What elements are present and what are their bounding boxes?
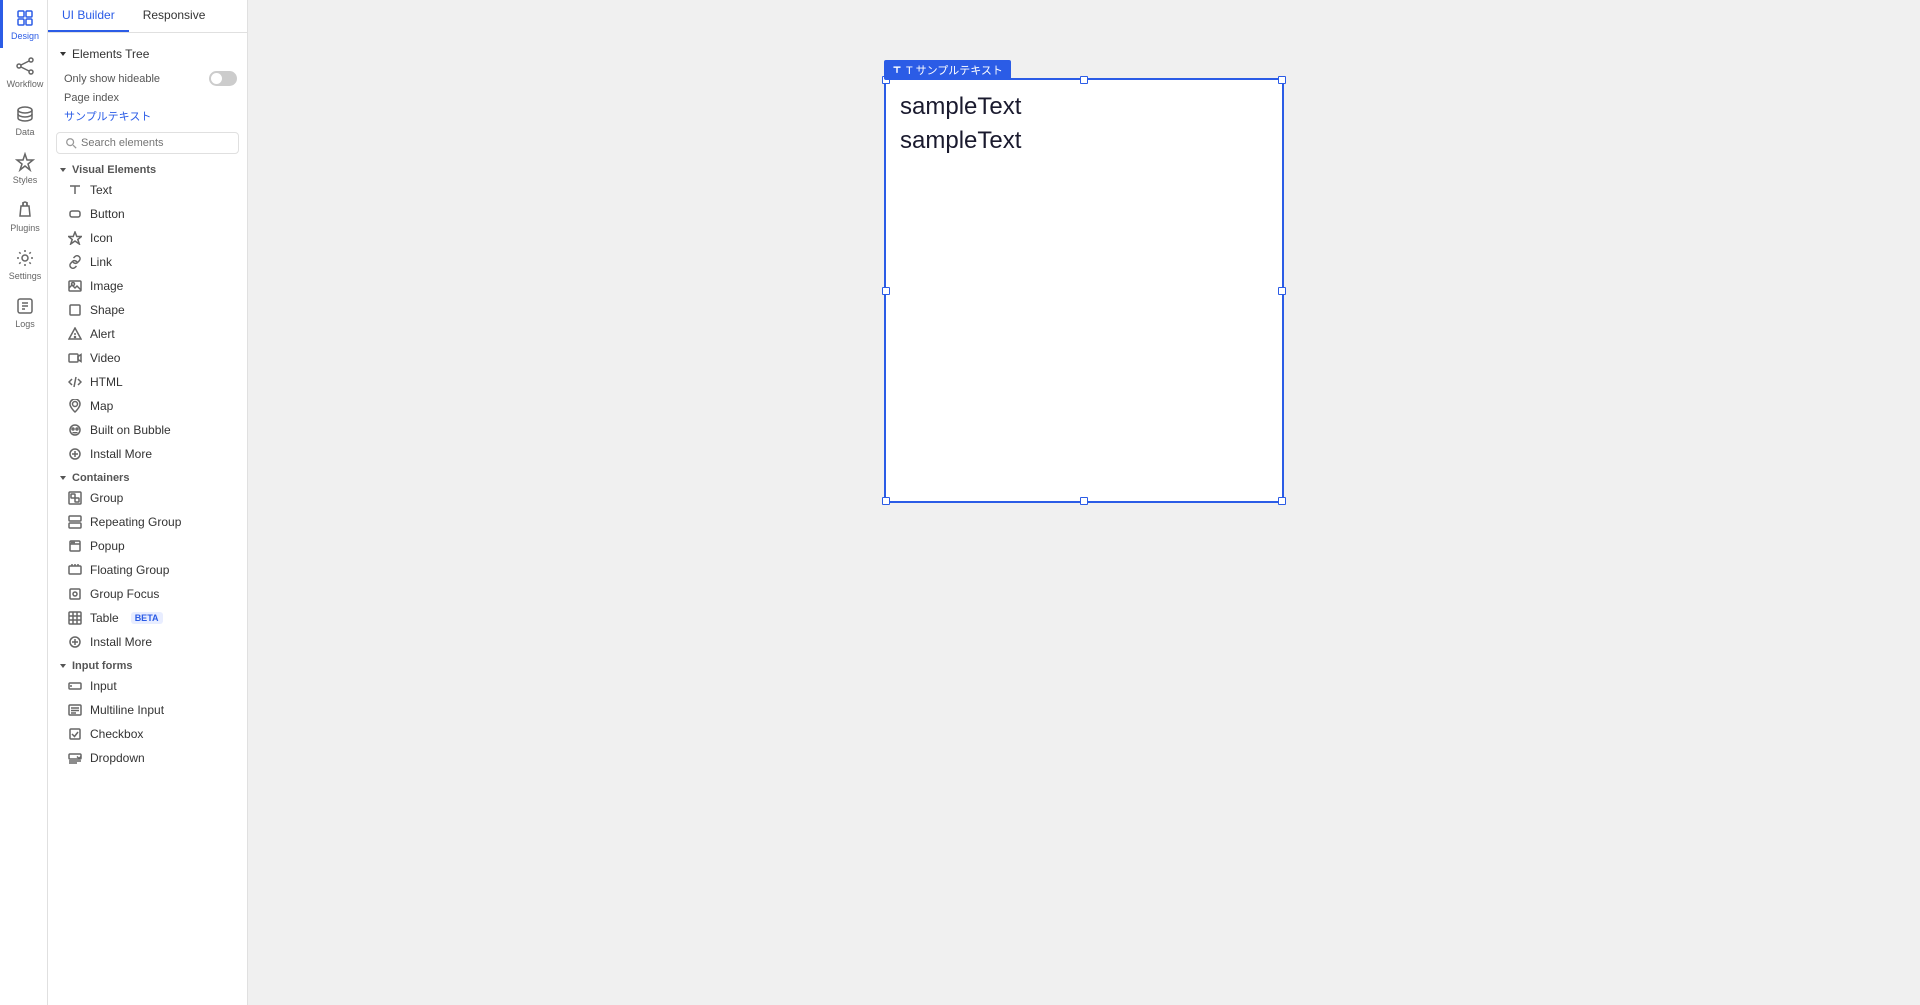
text-icon (68, 183, 82, 197)
repeating-group-icon (68, 515, 82, 529)
element-table[interactable]: Table BETA (48, 606, 247, 630)
map-icon (68, 399, 82, 413)
element-floating-group[interactable]: Floating Group (48, 558, 247, 582)
video-icon (68, 351, 82, 365)
visual-elements-section[interactable]: Visual Elements (48, 158, 247, 178)
dropdown-icon (68, 751, 82, 765)
resize-handle-bottom-right[interactable] (1278, 497, 1286, 505)
element-group-focus[interactable]: Group Focus (48, 582, 247, 606)
element-text[interactable]: Text (48, 178, 247, 202)
only-show-hideable-toggle[interactable] (209, 71, 237, 86)
nav-logs[interactable]: Logs (0, 288, 48, 336)
search-elements-input[interactable] (81, 137, 230, 149)
nav-plugins[interactable]: Plugins (0, 192, 48, 240)
input-icon (68, 679, 82, 693)
nav-workflow[interactable]: Workflow (0, 48, 48, 96)
install-more-visual-icon (68, 447, 82, 461)
image-icon (68, 279, 82, 293)
element-button[interactable]: Button (48, 202, 247, 226)
page-index-label: Page index (48, 90, 247, 106)
element-install-more-containers[interactable]: Install More (48, 630, 247, 654)
element-shape[interactable]: Shape (48, 298, 247, 322)
selected-element-box[interactable]: sampleText sampleText (884, 78, 1284, 503)
element-repeating-group[interactable]: Repeating Group (48, 510, 247, 534)
alert-icon (68, 327, 82, 341)
resize-handle-right-center[interactable] (1278, 287, 1286, 295)
element-input[interactable]: Input (48, 674, 247, 698)
resize-handle-top-right[interactable] (1278, 76, 1286, 84)
page-index-link[interactable]: サンプルテキスト (48, 106, 247, 128)
floating-group-icon (68, 563, 82, 577)
resize-handle-bottom-center[interactable] (1080, 497, 1088, 505)
text-element-content: sampleText sampleText (886, 80, 1282, 167)
search-elements-box (56, 132, 239, 154)
panel-body: Elements Tree Only show hideable Page in… (48, 33, 247, 1005)
table-icon (68, 611, 82, 625)
popup-icon (68, 539, 82, 553)
panel-tabs: UI Builder Responsive (48, 0, 247, 33)
element-icon[interactable]: Icon (48, 226, 247, 250)
install-more-containers-icon (68, 635, 82, 649)
only-show-hideable-row: Only show hideable (48, 67, 247, 90)
main-canvas-area: T サンプルテキスト sampleText sampleText (248, 0, 1920, 1005)
element-multiline-input[interactable]: Multiline Input (48, 698, 247, 722)
text-line-2: sampleText (900, 124, 1268, 158)
icon-icon (68, 231, 82, 245)
nav-settings[interactable]: Settings (0, 240, 48, 288)
element-group[interactable]: Group (48, 486, 247, 510)
search-icon (65, 137, 77, 149)
multiline-input-icon (68, 703, 82, 717)
checkbox-icon (68, 727, 82, 741)
elements-tree-header[interactable]: Elements Tree (48, 41, 247, 67)
tab-responsive[interactable]: Responsive (129, 0, 220, 32)
element-map[interactable]: Map (48, 394, 247, 418)
resize-handle-bottom-left[interactable] (882, 497, 890, 505)
nav-data[interactable]: Data (0, 96, 48, 144)
element-label-icon (892, 65, 902, 75)
bubble-icon (68, 423, 82, 437)
element-install-more-visual[interactable]: Install More (48, 442, 247, 466)
table-beta-badge: BETA (131, 612, 163, 624)
link-icon (68, 255, 82, 269)
resize-handle-left-center[interactable] (882, 287, 890, 295)
button-icon (68, 207, 82, 221)
text-line-1: sampleText (900, 90, 1268, 124)
element-popup[interactable]: Popup (48, 534, 247, 558)
element-html[interactable]: HTML (48, 370, 247, 394)
element-video[interactable]: Video (48, 346, 247, 370)
containers-section[interactable]: Containers (48, 466, 247, 486)
html-icon (68, 375, 82, 389)
element-checkbox[interactable]: Checkbox (48, 722, 247, 746)
element-dropdown[interactable]: Dropdown (48, 746, 247, 770)
element-built-on-bubble[interactable]: Built on Bubble (48, 418, 247, 442)
icon-nav: Design Workflow Data Styles Plugins (0, 0, 48, 1005)
input-forms-section[interactable]: Input forms (48, 654, 247, 674)
nav-design[interactable]: Design (0, 0, 48, 48)
shape-icon (68, 303, 82, 317)
element-link[interactable]: Link (48, 250, 247, 274)
nav-styles[interactable]: Styles (0, 144, 48, 192)
tab-ui-builder[interactable]: UI Builder (48, 0, 129, 32)
element-selection-label: T サンプルテキスト (884, 60, 1011, 80)
elements-panel: UI Builder Responsive Elements Tree Only… (48, 0, 248, 1005)
resize-handle-top-center[interactable] (1080, 76, 1088, 84)
element-alert[interactable]: Alert (48, 322, 247, 346)
group-focus-icon (68, 587, 82, 601)
element-image[interactable]: Image (48, 274, 247, 298)
group-icon (68, 491, 82, 505)
